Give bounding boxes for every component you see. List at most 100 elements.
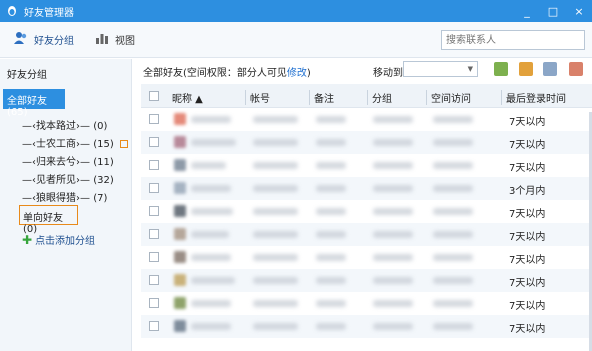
last-login-time: 7天以内 bbox=[509, 324, 546, 335]
chevron-down-icon: ▼ bbox=[467, 65, 473, 73]
close-button[interactable]: × bbox=[566, 0, 592, 22]
sidebar-item-one-way-friends[interactable]: 单向好友 (0) bbox=[19, 205, 78, 235]
table-row[interactable]: 7天以内 bbox=[141, 154, 592, 177]
row-checkbox[interactable] bbox=[149, 206, 159, 216]
table-row[interactable]: 7天以内 bbox=[141, 108, 592, 131]
blurred-group bbox=[373, 139, 413, 146]
column-remark[interactable]: 备注 bbox=[309, 90, 334, 105]
edit-permission-link[interactable]: 修改 bbox=[287, 68, 307, 79]
search-input[interactable] bbox=[441, 30, 585, 50]
move-to-select[interactable]: ▼ bbox=[403, 61, 478, 77]
row-checkbox[interactable] bbox=[149, 298, 159, 308]
group-name: —‹归来去兮›— bbox=[22, 157, 90, 168]
blurred-account bbox=[253, 231, 298, 238]
column-space-access[interactable]: 空间访问 bbox=[426, 90, 471, 105]
table-row[interactable]: 7天以内 bbox=[141, 269, 592, 292]
blurred-account bbox=[253, 139, 298, 146]
blurred-nickname bbox=[191, 231, 229, 238]
column-nickname[interactable]: 昵称 ▲ bbox=[172, 90, 203, 105]
blurred-remark bbox=[316, 162, 346, 169]
group-name: —‹狼眼得猎›— bbox=[22, 193, 90, 204]
avatar bbox=[174, 274, 186, 286]
blurred-group bbox=[373, 208, 413, 215]
blurred-account bbox=[253, 323, 298, 330]
row-checkbox[interactable] bbox=[149, 252, 159, 262]
group-count: (32) bbox=[93, 175, 114, 186]
avatar bbox=[174, 251, 186, 263]
blurred-space-access bbox=[433, 300, 473, 307]
sidebar-group[interactable]: —‹归来去兮›— (11) bbox=[22, 153, 114, 168]
sidebar-group[interactable]: —‹见者所见›— (32) bbox=[22, 171, 114, 186]
add-contact-icon[interactable] bbox=[519, 62, 533, 76]
blurred-account bbox=[253, 185, 298, 192]
message-icon[interactable] bbox=[494, 62, 508, 76]
last-login-time: 7天以内 bbox=[509, 163, 546, 174]
sidebar-group[interactable]: —‹狼眼得猎›— (7) bbox=[22, 189, 107, 204]
table-row[interactable]: 7天以内 bbox=[141, 200, 592, 223]
blurred-nickname bbox=[191, 300, 231, 307]
row-checkbox[interactable] bbox=[149, 137, 159, 147]
manage-contact-icon[interactable] bbox=[543, 62, 557, 76]
minimize-button[interactable]: _ bbox=[514, 0, 540, 22]
move-to-label: 移动到 bbox=[373, 68, 403, 79]
table-row[interactable]: 7天以内 bbox=[141, 315, 592, 338]
summary-text: 全部好友(空间权限：部分人可见 bbox=[143, 68, 287, 79]
table-header: 昵称 ▲ 帐号 备注 分组 空间访问 最后登录时间 bbox=[141, 84, 592, 108]
column-last-login[interactable]: 最后登录时间 bbox=[501, 90, 566, 105]
sidebar-heading: 好友分组 bbox=[7, 70, 47, 81]
avatar bbox=[174, 320, 186, 332]
table-row[interactable]: 7天以内 bbox=[141, 131, 592, 154]
blurred-group bbox=[373, 254, 413, 261]
blurred-group bbox=[373, 323, 413, 330]
row-checkbox[interactable] bbox=[149, 275, 159, 285]
table-row[interactable]: 7天以内 bbox=[141, 223, 592, 246]
blurred-remark bbox=[316, 254, 346, 261]
blurred-account bbox=[253, 208, 298, 215]
sidebar-group[interactable]: —‹找本路过›— (0) bbox=[22, 117, 107, 132]
sidebar-item-all-friends[interactable]: 全部好友(65) bbox=[3, 89, 65, 118]
last-login-time: 3个月内 bbox=[509, 186, 546, 197]
blurred-remark bbox=[316, 323, 346, 330]
list-summary: 全部好友(空间权限：部分人可见修改) bbox=[143, 64, 311, 79]
row-checkbox[interactable] bbox=[149, 183, 159, 193]
row-checkbox[interactable] bbox=[149, 114, 159, 124]
blurred-space-access bbox=[433, 208, 473, 215]
column-account[interactable]: 帐号 bbox=[245, 90, 270, 105]
blurred-group bbox=[373, 277, 413, 284]
blurred-group bbox=[373, 185, 413, 192]
table-row[interactable]: 7天以内 bbox=[141, 246, 592, 269]
select-all-checkbox[interactable] bbox=[149, 91, 159, 101]
view-label: 视图 bbox=[115, 36, 135, 47]
row-checkbox[interactable] bbox=[149, 321, 159, 331]
last-login-time: 7天以内 bbox=[509, 301, 546, 312]
blurred-nickname bbox=[191, 254, 231, 261]
toolbar: 好友分组 视图 bbox=[0, 22, 592, 58]
blurred-account bbox=[253, 162, 298, 169]
group-name: —‹找本路过›— bbox=[22, 121, 90, 132]
blurred-account bbox=[253, 116, 298, 123]
row-checkbox[interactable] bbox=[149, 160, 159, 170]
column-group[interactable]: 分组 bbox=[367, 90, 392, 105]
blurred-account bbox=[253, 300, 298, 307]
blurred-remark bbox=[316, 277, 346, 284]
delete-contact-icon[interactable] bbox=[569, 62, 583, 76]
row-checkbox[interactable] bbox=[149, 229, 159, 239]
blurred-remark bbox=[316, 208, 346, 215]
last-login-time: 7天以内 bbox=[509, 117, 546, 128]
blurred-nickname bbox=[191, 277, 235, 284]
friend-groups-button[interactable]: 好友分组 bbox=[14, 31, 74, 48]
maximize-button[interactable]: □ bbox=[540, 0, 566, 22]
blurred-nickname bbox=[191, 162, 226, 169]
sidebar-group[interactable]: —‹士农工商›— (15) bbox=[22, 135, 128, 150]
blurred-space-access bbox=[433, 139, 473, 146]
friend-groups-label: 好友分组 bbox=[34, 36, 74, 47]
view-button[interactable]: 视图 bbox=[95, 31, 135, 48]
blurred-remark bbox=[316, 300, 346, 307]
users-icon bbox=[14, 31, 28, 48]
table-row[interactable]: 7天以内 bbox=[141, 292, 592, 315]
table-row[interactable]: 3个月内 bbox=[141, 177, 592, 200]
group-name: —‹士农工商›— bbox=[22, 139, 90, 150]
blurred-group bbox=[373, 116, 413, 123]
avatar bbox=[174, 297, 186, 309]
add-group-button[interactable]: ✚ 点击添加分组 bbox=[22, 232, 95, 248]
